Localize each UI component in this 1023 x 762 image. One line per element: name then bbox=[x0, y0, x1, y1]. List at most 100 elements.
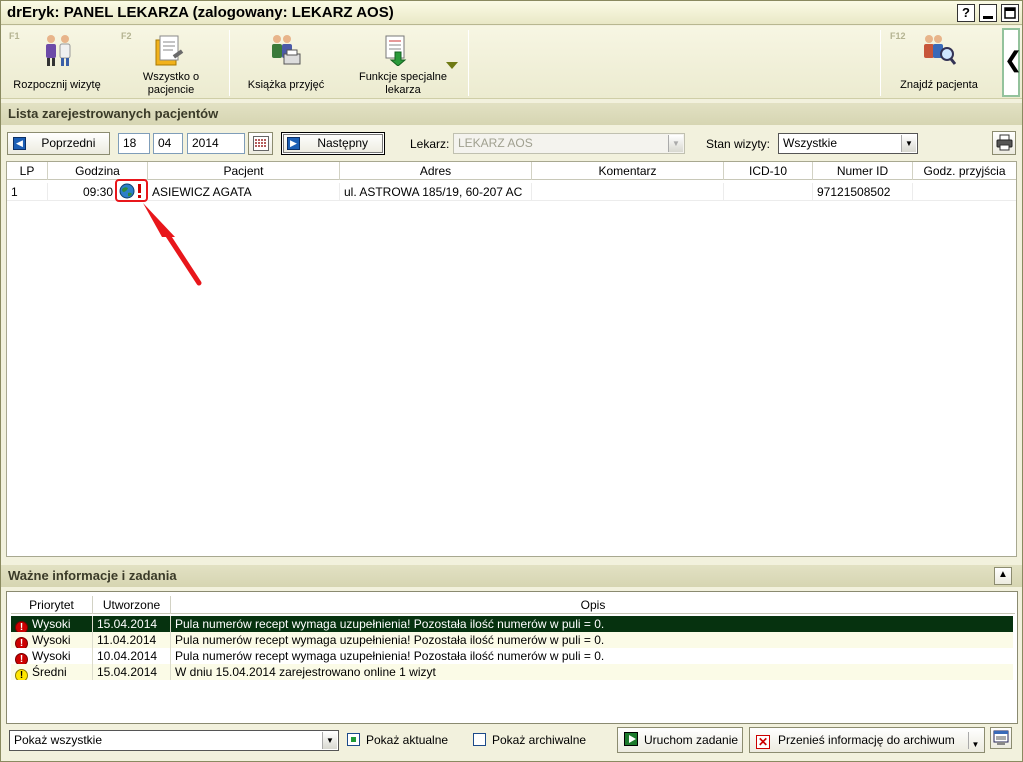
chevron-down-icon: ▼ bbox=[668, 135, 683, 152]
column-header[interactable]: Opis bbox=[171, 596, 1015, 614]
cell-address: ul. ASTROWA 185/19, 60-207 AC bbox=[340, 183, 532, 201]
info-section-header: Ważne informacje i zadania bbox=[1, 565, 1022, 587]
year-field[interactable]: 2014 bbox=[187, 133, 245, 154]
calendar-button[interactable] bbox=[248, 132, 273, 155]
next-label: Następny bbox=[317, 136, 369, 150]
maximize-button[interactable] bbox=[1001, 4, 1019, 22]
column-header[interactable]: Priorytet bbox=[11, 596, 93, 614]
info-settings-button[interactable] bbox=[990, 727, 1012, 749]
main-window: drEryk: PANEL LEKARZA (zalogowany: LEKAR… bbox=[0, 0, 1023, 762]
description-cell: Pula numerów recept wymaga uzupełnienia!… bbox=[175, 633, 605, 647]
fkey-label: F12 bbox=[890, 31, 906, 41]
arrow-right-icon: ▶ bbox=[287, 137, 300, 151]
toolbar-separator bbox=[880, 30, 881, 96]
previous-label: Poprzedni bbox=[41, 136, 96, 150]
column-header[interactable]: Utworzone bbox=[93, 596, 171, 614]
chevron-down-icon: ▼ bbox=[322, 732, 337, 749]
created-cell: 15.04.2014 bbox=[93, 664, 171, 680]
chevron-down-icon[interactable]: ▼ bbox=[968, 732, 982, 749]
list-item[interactable]: ! Średni 15.04.2014 W dniu 15.04.2014 zar… bbox=[11, 664, 1013, 680]
visit-state-label: Stan wizyty: bbox=[706, 137, 771, 151]
toolbar-separator bbox=[468, 30, 469, 96]
admission-book-button[interactable]: Książka przyjęć bbox=[231, 26, 341, 99]
checkbox-checked-icon bbox=[347, 733, 360, 746]
priority-text: Wysoki bbox=[32, 617, 71, 631]
column-header[interactable]: Numer ID bbox=[813, 162, 913, 180]
info-table: Priorytet Utworzone Opis ! Wysoki 15.04.2… bbox=[6, 591, 1018, 724]
print-button[interactable] bbox=[992, 131, 1016, 155]
visit-state-select[interactable]: Wszystkie ▼ bbox=[778, 133, 918, 154]
priority-cell: ! Wysoki bbox=[11, 616, 93, 632]
minimize-icon bbox=[983, 16, 993, 19]
column-header[interactable]: Godzina bbox=[48, 162, 148, 180]
special-functions-button[interactable]: Funkcje specjalne lekarza bbox=[341, 26, 469, 99]
cell-id: 97121508502 bbox=[813, 183, 913, 201]
collapse-panel-button[interactable]: ❮ bbox=[1002, 28, 1022, 97]
created-cell: 15.04.2014 bbox=[93, 616, 171, 632]
column-header[interactable]: LP bbox=[7, 162, 48, 180]
dropdown-triangle-icon[interactable] bbox=[446, 62, 458, 70]
show-current-checkbox[interactable]: Pokaż aktualne bbox=[347, 733, 448, 747]
find-patient-button[interactable]: F12 Znajdź pacjenta bbox=[882, 26, 996, 99]
fkey-label: F1 bbox=[9, 31, 20, 41]
title-bar: drEryk: PANEL LEKARZA (zalogowany: LEKAR… bbox=[1, 1, 1022, 25]
alert-medium-icon: ! bbox=[15, 669, 28, 680]
close-icon: ✕ bbox=[756, 735, 770, 749]
arrow-left-icon: ◀ bbox=[13, 137, 26, 151]
special-functions-icon bbox=[385, 35, 407, 66]
patients-section-header: Lista zarejestrowanych pacjentów bbox=[1, 103, 1022, 125]
column-header[interactable]: Godz. przyjścia bbox=[913, 162, 1016, 180]
online-visit-icon[interactable] bbox=[119, 183, 145, 199]
column-header[interactable]: Komentarz bbox=[532, 162, 724, 180]
annotation-arrow bbox=[143, 203, 202, 286]
patients-table-header: LP Godzina Pacjent Adres Komentarz ICD-1… bbox=[7, 162, 1016, 180]
priority-cell: ! Wysoki bbox=[11, 632, 93, 648]
column-header[interactable]: Adres bbox=[340, 162, 532, 180]
collapse-info-button[interactable]: ▲ bbox=[994, 567, 1012, 585]
cell-arrival bbox=[913, 183, 1016, 201]
info-table-header: Priorytet Utworzone Opis bbox=[11, 596, 1015, 614]
previous-day-button[interactable]: ◀ Poprzedni bbox=[7, 132, 110, 155]
alert-high-icon: ! bbox=[15, 621, 28, 632]
printer-icon bbox=[996, 134, 1013, 151]
help-button[interactable]: ? bbox=[957, 4, 975, 22]
column-header[interactable]: Pacjent bbox=[148, 162, 340, 180]
start-visit-button[interactable]: F1 Rozpocznij wizytę bbox=[1, 26, 113, 99]
minimize-button[interactable] bbox=[979, 4, 997, 22]
calendar-icon bbox=[253, 136, 269, 151]
folder-document-icon bbox=[155, 35, 184, 66]
visit-state-value: Wszystkie bbox=[783, 136, 837, 150]
archive-info-button[interactable]: ✕ Przenieś informację do archiwum ▼ bbox=[749, 727, 985, 753]
alert-high-icon: ! bbox=[15, 653, 28, 664]
play-icon bbox=[624, 732, 638, 746]
maximize-icon bbox=[1004, 7, 1016, 19]
next-day-button[interactable]: ▶ Następny bbox=[281, 132, 385, 155]
info-filter-select[interactable]: Pokaż wszystkie ▼ bbox=[9, 730, 339, 751]
admission-book-label: Książka przyjęć bbox=[247, 79, 325, 91]
created-cell: 11.04.2014 bbox=[93, 632, 171, 648]
priority-text: Wysoki bbox=[32, 649, 71, 663]
list-item[interactable]: ! Wysoki 15.04.2014 Pula numerów recept w… bbox=[11, 616, 1013, 632]
day-field[interactable]: 18 bbox=[118, 133, 150, 154]
doctor-value: LEKARZ AOS bbox=[458, 136, 533, 150]
description-cell: Pula numerów recept wymaga uzupełnienia!… bbox=[175, 617, 605, 631]
doctor-select[interactable]: LEKARZ AOS ▼ bbox=[453, 133, 685, 154]
priority-cell: ! Wysoki bbox=[11, 648, 93, 664]
description-cell: Pula numerów recept wymaga uzupełnienia!… bbox=[175, 649, 605, 663]
list-item[interactable]: ! Wysoki 10.04.2014 Pula numerów recept w… bbox=[11, 648, 1013, 664]
find-patient-label: Znajdź pacjenta bbox=[900, 79, 978, 91]
all-about-patient-button[interactable]: F2 Wszystko o pacjencie bbox=[113, 26, 229, 99]
list-item[interactable]: ! Wysoki 11.04.2014 Pula numerów recept w… bbox=[11, 632, 1013, 648]
show-archived-checkbox[interactable]: Pokaż archiwalne bbox=[473, 733, 586, 747]
show-current-label: Pokaż aktualne bbox=[366, 733, 449, 747]
column-header[interactable]: ICD-10 bbox=[724, 162, 813, 180]
chevron-up-icon: ▲ bbox=[998, 569, 1008, 580]
window-list-icon bbox=[993, 730, 1009, 745]
run-task-button[interactable]: Uruchom zadanie bbox=[617, 727, 743, 753]
window-title: drEryk: PANEL LEKARZA (zalogowany: LEKAR… bbox=[7, 4, 394, 21]
priority-text: Średni bbox=[32, 665, 67, 679]
cell-lp: 1 bbox=[7, 183, 48, 201]
month-field[interactable]: 04 bbox=[153, 133, 183, 154]
cell-icd bbox=[724, 183, 813, 201]
info-filter-value: Pokaż wszystkie bbox=[14, 733, 103, 747]
